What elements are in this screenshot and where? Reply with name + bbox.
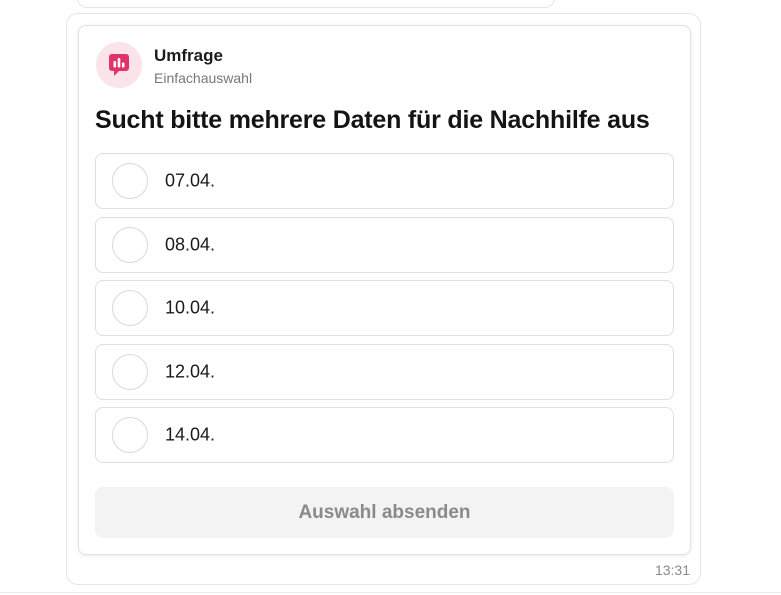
poll-option-label: 12.04. bbox=[165, 361, 216, 381]
divider bbox=[0, 592, 781, 593]
poll-option-label: 08.04. bbox=[165, 234, 216, 254]
poll-chart-icon bbox=[96, 42, 142, 88]
poll-type-label: Umfrage bbox=[154, 46, 223, 65]
poll-option[interactable]: 10.04. bbox=[95, 280, 674, 336]
radio-button[interactable] bbox=[112, 290, 148, 326]
poll-option[interactable]: 07.04. bbox=[95, 153, 674, 209]
chat-view: Umfrage Einfachauswahl Sucht bitte mehre… bbox=[0, 0, 781, 595]
poll-option-label: 10.04. bbox=[165, 297, 216, 318]
poll-subtype-label: Einfachauswahl bbox=[154, 70, 253, 86]
radio-button[interactable] bbox=[112, 353, 148, 390]
radio-button[interactable] bbox=[112, 417, 148, 453]
poll-option-label: 14.04. bbox=[165, 424, 216, 445]
poll-option-label: 07.04. bbox=[165, 170, 216, 191]
poll-option[interactable]: 08.04. bbox=[95, 216, 674, 273]
previous-message-bubble bbox=[77, 0, 555, 8]
message-timestamp: 13:31 bbox=[654, 562, 690, 578]
radio-button[interactable] bbox=[112, 226, 148, 263]
poll-options-list: 07.04. 08.04. 10.04. 12.04. 14.04. bbox=[95, 153, 674, 471]
poll-option[interactable]: 14.04. bbox=[95, 407, 674, 463]
submit-selection-button[interactable]: Auswahl absenden bbox=[95, 487, 674, 538]
poll-question: Sucht bitte mehrere Daten für die Nachhi… bbox=[95, 106, 650, 134]
poll-option[interactable]: 12.04. bbox=[95, 343, 674, 400]
radio-button[interactable] bbox=[112, 163, 148, 199]
